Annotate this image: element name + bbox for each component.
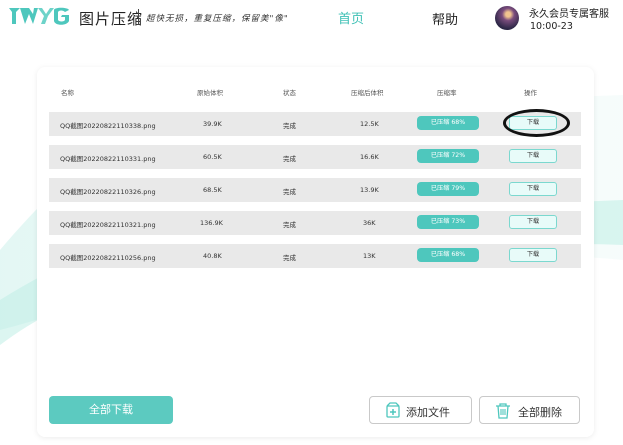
header-action: 操作: [524, 89, 537, 97]
status: 完成: [283, 254, 296, 262]
trash-icon: [496, 403, 510, 419]
user-expire: 10:00-23: [530, 21, 573, 32]
compressed-size: 13K: [363, 252, 376, 260]
table-row: QQ截图20220822110338.png 39.9K 完成 12.5K 已压…: [49, 112, 581, 136]
delete-all-button[interactable]: 全部删除: [479, 396, 580, 424]
original-size: 68.5K: [203, 186, 222, 194]
original-size: 136.9K: [200, 219, 223, 227]
file-name: QQ截图20220822110321.png: [60, 221, 156, 229]
header: 图片压缩 超快无损，重复压缩，保留美"像" 首页 帮助 永久会员专属客服 10:…: [0, 0, 623, 48]
table-row: QQ截图20220822110331.png 60.5K 完成 16.6K 已压…: [49, 145, 581, 169]
download-button[interactable]: 下载: [509, 149, 557, 163]
download-button[interactable]: 下载: [509, 116, 557, 130]
file-name: QQ截图20220822110338.png: [60, 122, 156, 130]
nav-home[interactable]: 首页: [338, 8, 364, 27]
delete-all-label: 全部删除: [518, 406, 562, 419]
header-compressed-size: 压缩后体积: [351, 89, 384, 97]
compressed-size: 36K: [363, 219, 376, 227]
status: 完成: [283, 221, 296, 229]
add-file-icon: [386, 402, 400, 418]
app-title: 图片压缩: [79, 10, 144, 28]
file-name: QQ截图20220822110256.png: [60, 254, 156, 262]
add-file-label: 添加文件: [406, 406, 450, 419]
slogan: 超快无损，重复压缩，保留美"像": [146, 14, 289, 24]
header-name: 名称: [61, 89, 74, 97]
download-button[interactable]: 下载: [509, 182, 557, 196]
table-row: QQ截图20220822110321.png 136.9K 完成 36K 已压缩…: [49, 211, 581, 235]
compressed-size: 13.9K: [360, 186, 379, 194]
status: 完成: [283, 122, 296, 130]
original-size: 60.5K: [203, 153, 222, 161]
original-size: 39.9K: [203, 120, 222, 128]
download-button[interactable]: 下载: [509, 248, 557, 262]
compressed-size: 16.6K: [360, 153, 379, 161]
original-size: 40.8K: [203, 252, 222, 260]
compression-rate-badge: 已压缩 68%: [417, 116, 479, 130]
title-divider: [138, 9, 139, 25]
table-row: QQ截图20220822110256.png 40.8K 完成 13K 已压缩 …: [49, 244, 581, 268]
compressed-size: 12.5K: [360, 120, 379, 128]
download-all-button[interactable]: 全部下载: [49, 396, 173, 424]
compression-rate-badge: 已压缩 73%: [417, 215, 479, 229]
compression-rate-badge: 已压缩 79%: [417, 182, 479, 196]
file-name: QQ截图20220822110326.png: [60, 188, 156, 196]
table-row: QQ截图20220822110326.png 68.5K 完成 13.9K 已压…: [49, 178, 581, 202]
header-status: 状态: [283, 89, 296, 97]
table-header: 名称 原始体积 状态 压缩后体积 压缩率 操作: [49, 84, 581, 100]
add-file-button[interactable]: 添加文件: [369, 396, 472, 424]
user-name[interactable]: 永久会员专属客服: [529, 5, 609, 20]
status: 完成: [283, 155, 296, 163]
download-button[interactable]: 下载: [509, 215, 557, 229]
nav-help[interactable]: 帮助: [432, 9, 458, 28]
compression-rate-badge: 已压缩 68%: [417, 248, 479, 262]
compression-rate-badge: 已压缩 72%: [417, 149, 479, 163]
avatar[interactable]: [495, 6, 519, 30]
app-logo: [9, 7, 69, 25]
header-rate: 压缩率: [437, 89, 457, 97]
status: 完成: [283, 188, 296, 196]
file-name: QQ截图20220822110331.png: [60, 155, 156, 163]
header-original-size: 原始体积: [197, 89, 223, 97]
